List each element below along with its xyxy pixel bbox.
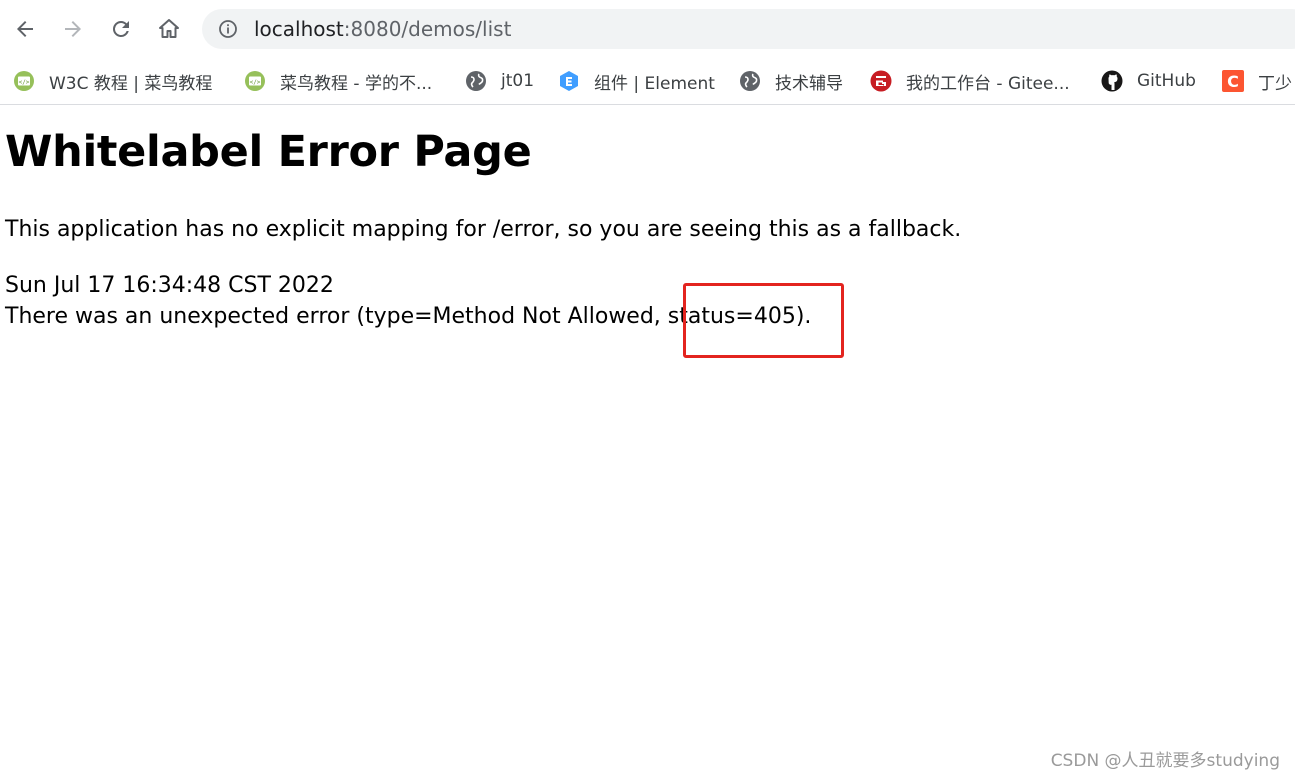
globe-icon: [739, 70, 761, 92]
bookmark-label: 菜鸟教程 - 学的不...: [280, 73, 433, 94]
url-path: :8080/demos/list: [343, 17, 512, 41]
element-icon: [558, 70, 580, 92]
bookmark-label: 我的工作台 - Gitee...: [906, 73, 1070, 94]
bookmark-w3c[interactable]: </> W3C 教程 | 菜鸟教程: [13, 67, 212, 95]
bookmark-label: GitHub: [1137, 71, 1196, 91]
gitee-icon: [870, 70, 892, 92]
bookmark-label: jt01: [501, 71, 535, 91]
bookmark-label: 技术辅导: [775, 73, 843, 94]
bookmark-csdn[interactable]: C 丁少: [1222, 67, 1292, 95]
home-icon: [157, 17, 181, 41]
bookmark-runoob[interactable]: </> 菜鸟教程 - 学的不...: [244, 67, 432, 95]
arrow-left-icon: [13, 17, 37, 41]
bookmark-label: 丁少: [1258, 73, 1292, 94]
info-circle-icon[interactable]: [218, 19, 238, 39]
csdn-icon: C: [1222, 70, 1244, 92]
bookmark-gitee[interactable]: 我的工作台 - Gitee...: [870, 67, 1070, 95]
runoob-icon: </>: [13, 70, 35, 92]
browser-toolbar: localhost:8080/demos/list: [0, 0, 1295, 58]
bookmark-github[interactable]: GitHub: [1101, 67, 1196, 95]
status-highlight-box: [683, 283, 844, 358]
arrow-right-icon: [61, 17, 85, 41]
address-bar[interactable]: localhost:8080/demos/list: [202, 9, 1295, 49]
url-text[interactable]: localhost:8080/demos/list: [254, 18, 511, 40]
globe-icon: [465, 70, 487, 92]
error-description: This application has no explicit mapping…: [5, 217, 962, 242]
bookmark-label: 组件 | Element: [594, 73, 715, 94]
bookmark-tech[interactable]: 技术辅导: [739, 67, 843, 95]
svg-text:</>: </>: [250, 79, 261, 86]
bookmark-element[interactable]: 组件 | Element: [558, 67, 715, 95]
bookmark-jt01[interactable]: jt01: [465, 67, 534, 95]
csdn-watermark: CSDN @人丑就要多studying: [1050, 751, 1280, 771]
forward-button[interactable]: [57, 13, 89, 45]
github-icon: [1101, 70, 1123, 92]
runoob-icon: </>: [244, 70, 266, 92]
svg-text:</>: </>: [19, 79, 30, 86]
svg-text:C: C: [1227, 72, 1239, 91]
home-button[interactable]: [153, 13, 185, 45]
page-title: Whitelabel Error Page: [5, 127, 532, 177]
reload-icon: [109, 17, 133, 41]
reload-button[interactable]: [105, 13, 137, 45]
url-host: localhost: [254, 17, 344, 41]
bookmark-label: W3C 教程 | 菜鸟教程: [49, 73, 213, 94]
back-button[interactable]: [9, 13, 41, 45]
bookmarks-bar: </> W3C 教程 | 菜鸟教程 </> 菜鸟教程 - 学的不... jt01…: [0, 58, 1295, 105]
